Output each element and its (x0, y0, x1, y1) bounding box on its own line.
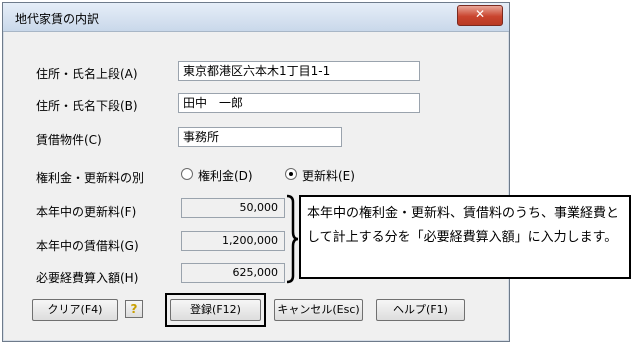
expense-input[interactable]: 625,000 (181, 263, 285, 283)
rent-label: 本年中の賃借料(G) (36, 239, 139, 253)
radio-renewal-fee-label[interactable]: 更新料(E) (302, 167, 355, 184)
register-button[interactable]: 登録(F12) (170, 299, 261, 321)
radio-selected-dot (289, 172, 293, 176)
property-label: 賃借物件(C) (36, 133, 102, 147)
help-button[interactable]: ヘルプ(F1) (376, 299, 465, 321)
clear-button[interactable]: クリア(F4) (32, 299, 118, 321)
address-upper-input[interactable]: 東京都港区六本木1丁目1-1 (178, 61, 420, 81)
renewal-fee-input[interactable]: 50,000 (181, 198, 285, 218)
fee-type-label: 権利金・更新料の別 (36, 171, 145, 185)
question-icon: ? (130, 302, 138, 316)
brace-icon (286, 194, 299, 284)
renewal-fee-label: 本年中の更新料(F) (36, 205, 137, 219)
property-input[interactable]: 事務所 (178, 127, 342, 147)
cancel-button[interactable]: キャンセル(Esc) (274, 299, 363, 321)
help-icon-button[interactable]: ? (125, 300, 143, 318)
expense-label: 必要経費算入額(H) (36, 271, 139, 285)
explanation-callout: 本年中の権利金・更新料、賃借料のうち、事業経費として計上する分を「必要経費算入額… (299, 195, 631, 279)
address-lower-input[interactable]: 田中 一郎 (178, 93, 420, 113)
radio-key-money-label[interactable]: 権利金(D) (198, 167, 253, 184)
close-icon: ✕ (474, 7, 486, 21)
window-title: 地代家賃の内訳 (15, 12, 100, 26)
address-lower-label: 住所・氏名下段(B) (36, 99, 138, 113)
rent-input[interactable]: 1,200,000 (181, 231, 285, 251)
radio-renewal-fee[interactable] (285, 168, 297, 180)
title-bar: 地代家賃の内訳 ✕ (3, 3, 509, 32)
address-upper-label: 住所・氏名上段(A) (36, 67, 138, 81)
radio-key-money[interactable] (181, 168, 193, 180)
close-button[interactable]: ✕ (457, 5, 503, 26)
